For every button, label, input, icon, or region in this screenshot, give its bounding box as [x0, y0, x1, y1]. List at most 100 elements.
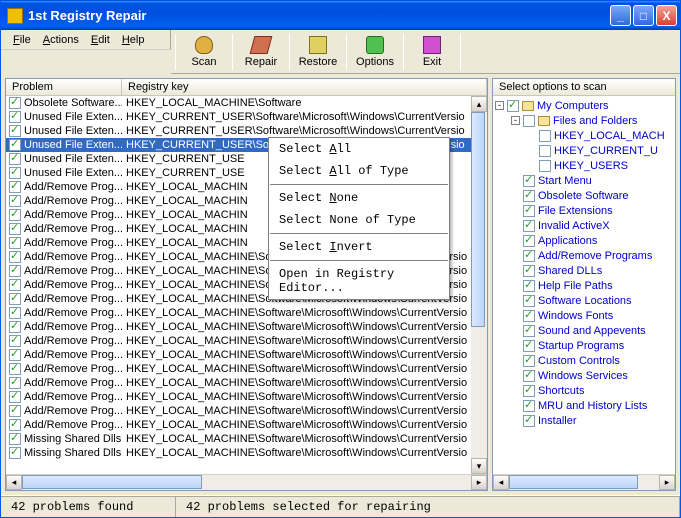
close-button[interactable]: X — [656, 5, 677, 26]
ctx-select-all-of-type[interactable]: Select All of Type — [269, 160, 449, 182]
col-regkey[interactable]: Registry key — [122, 79, 487, 95]
tree-checkbox[interactable] — [523, 325, 535, 337]
col-problem[interactable]: Problem — [6, 79, 122, 95]
tree-invalid-activex[interactable]: Invalid ActiveX — [495, 218, 673, 233]
tree-checkbox[interactable] — [523, 250, 535, 262]
tree-hkey-users[interactable]: HKEY_USERS — [495, 158, 673, 173]
tree-applications[interactable]: Applications — [495, 233, 673, 248]
repair-button[interactable]: Repair — [235, 32, 287, 72]
tree-hkey-current-u[interactable]: HKEY_CURRENT_U — [495, 143, 673, 158]
tree-shared-dlls[interactable]: Shared DLLs — [495, 263, 673, 278]
scan-button[interactable]: Scan — [178, 32, 230, 72]
scroll-down-icon[interactable]: ▾ — [471, 458, 487, 474]
ctx-select-none[interactable]: Select None — [269, 187, 449, 209]
tree-startup-programs[interactable]: Startup Programs — [495, 338, 673, 353]
tree-help-file-paths[interactable]: Help File Paths — [495, 278, 673, 293]
row-checkbox[interactable] — [9, 237, 21, 249]
table-row[interactable]: Add/Remove Prog...HKEY_LOCAL_MACHINE\Sof… — [6, 362, 487, 376]
table-row[interactable]: Add/Remove Prog...HKEY_LOCAL_MACHINE\Sof… — [6, 404, 487, 418]
tree-hkey-local-mach[interactable]: HKEY_LOCAL_MACH — [495, 128, 673, 143]
tree-my-computers[interactable]: -My Computers — [495, 98, 673, 113]
row-checkbox[interactable] — [9, 293, 21, 305]
row-checkbox[interactable] — [9, 181, 21, 193]
table-row[interactable]: Missing Shared DllsHKEY_LOCAL_MACHINE\So… — [6, 432, 487, 446]
tree-checkbox[interactable] — [523, 385, 535, 397]
row-checkbox[interactable] — [9, 223, 21, 235]
tree-obsolete-software[interactable]: Obsolete Software — [495, 188, 673, 203]
row-checkbox[interactable] — [9, 307, 21, 319]
tree-windows-fonts[interactable]: Windows Fonts — [495, 308, 673, 323]
table-row[interactable]: Add/Remove Prog...HKEY_LOCAL_MACHINE\Sof… — [6, 320, 487, 334]
tree-checkbox[interactable] — [539, 145, 551, 157]
row-checkbox[interactable] — [9, 405, 21, 417]
table-row[interactable]: Missing Shared DllsHKEY_LOCAL_MACHINE\So… — [6, 446, 487, 460]
tree-windows-services[interactable]: Windows Services — [495, 368, 673, 383]
vertical-scrollbar[interactable]: ▴ ▾ — [471, 96, 487, 474]
expand-icon[interactable]: - — [511, 116, 520, 125]
row-checkbox[interactable] — [9, 349, 21, 361]
tree-checkbox[interactable] — [539, 130, 551, 142]
tree-checkbox[interactable] — [523, 220, 535, 232]
exit-button[interactable]: Exit — [406, 32, 458, 72]
table-row[interactable]: Add/Remove Prog...HKEY_LOCAL_MACHINE\Sof… — [6, 390, 487, 404]
options-tree[interactable]: -My Computers-Files and FoldersHKEY_LOCA… — [493, 96, 675, 474]
row-checkbox[interactable] — [9, 97, 21, 109]
scroll-left-icon[interactable]: ◂ — [6, 475, 22, 490]
row-checkbox[interactable] — [9, 111, 21, 123]
options-button[interactable]: Options — [349, 32, 401, 72]
scroll-right-icon[interactable]: ▸ — [659, 475, 675, 490]
row-checkbox[interactable] — [9, 391, 21, 403]
row-checkbox[interactable] — [9, 195, 21, 207]
row-checkbox[interactable] — [9, 335, 21, 347]
scroll-right-icon[interactable]: ▸ — [471, 475, 487, 490]
tree-file-extensions[interactable]: File Extensions — [495, 203, 673, 218]
ctx-select-invert[interactable]: Select Invert — [269, 236, 449, 258]
tree-checkbox[interactable] — [523, 310, 535, 322]
menu-actions[interactable]: Actions — [43, 34, 79, 46]
scroll-up-icon[interactable]: ▴ — [471, 96, 487, 112]
expand-icon[interactable]: - — [495, 101, 504, 110]
tree-sound-and-appevents[interactable]: Sound and Appevents — [495, 323, 673, 338]
table-row[interactable]: Obsolete Software...HKEY_LOCAL_MACHINE\S… — [6, 96, 487, 110]
table-row[interactable]: Unused File Exten...HKEY_CURRENT_USER\So… — [6, 124, 487, 138]
scroll-left-icon[interactable]: ◂ — [493, 475, 509, 490]
horizontal-scrollbar-right[interactable]: ◂ ▸ — [493, 474, 675, 490]
tree-checkbox[interactable] — [523, 175, 535, 187]
tree-checkbox[interactable] — [523, 115, 535, 127]
tree-checkbox[interactable] — [507, 100, 519, 112]
tree-checkbox[interactable] — [523, 280, 535, 292]
row-checkbox[interactable] — [9, 125, 21, 137]
row-checkbox[interactable] — [9, 433, 21, 445]
row-checkbox[interactable] — [9, 279, 21, 291]
table-row[interactable]: Add/Remove Prog...HKEY_LOCAL_MACHINE\Sof… — [6, 334, 487, 348]
menu-file[interactable]: File — [13, 34, 31, 46]
tree-add-remove-programs[interactable]: Add/Remove Programs — [495, 248, 673, 263]
row-checkbox[interactable] — [9, 321, 21, 333]
tree-files-and-folders[interactable]: -Files and Folders — [495, 113, 673, 128]
row-checkbox[interactable] — [9, 167, 21, 179]
table-row[interactable]: Add/Remove Prog...HKEY_LOCAL_MACHINE\Sof… — [6, 348, 487, 362]
row-checkbox[interactable] — [9, 447, 21, 459]
row-checkbox[interactable] — [9, 251, 21, 263]
tree-checkbox[interactable] — [523, 265, 535, 277]
table-row[interactable]: Unused File Exten...HKEY_CURRENT_USER\So… — [6, 110, 487, 124]
table-row[interactable]: Add/Remove Prog...HKEY_LOCAL_MACHINE\Sof… — [6, 306, 487, 320]
menu-edit[interactable]: Edit — [91, 34, 110, 46]
menu-help[interactable]: Help — [122, 34, 145, 46]
maximize-button[interactable]: □ — [633, 5, 654, 26]
row-checkbox[interactable] — [9, 377, 21, 389]
tree-checkbox[interactable] — [523, 340, 535, 352]
tree-checkbox[interactable] — [523, 190, 535, 202]
horizontal-scrollbar[interactable]: ◂ ▸ — [6, 474, 487, 490]
tree-checkbox[interactable] — [523, 415, 535, 427]
tree-custom-controls[interactable]: Custom Controls — [495, 353, 673, 368]
row-checkbox[interactable] — [9, 265, 21, 277]
tree-checkbox[interactable] — [523, 205, 535, 217]
row-checkbox[interactable] — [9, 419, 21, 431]
tree-checkbox[interactable] — [523, 370, 535, 382]
tree-software-locations[interactable]: Software Locations — [495, 293, 673, 308]
tree-checkbox[interactable] — [523, 295, 535, 307]
titlebar[interactable]: 1st Registry Repair _ □ X — [1, 1, 680, 30]
tree-checkbox[interactable] — [523, 400, 535, 412]
row-checkbox[interactable] — [9, 363, 21, 375]
